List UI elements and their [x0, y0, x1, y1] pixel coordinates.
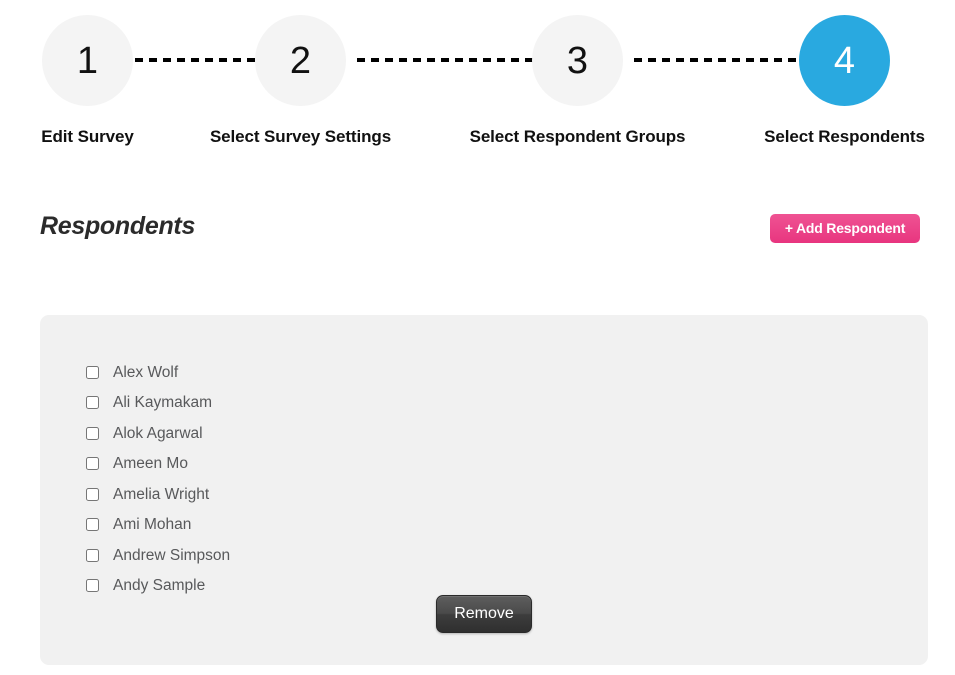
step-3-label: Select Respondent Groups	[469, 127, 686, 146]
add-respondent-button[interactable]: + Add Respondent	[770, 214, 920, 243]
step-4-select-respondents[interactable]: 4 Select Respondents	[764, 15, 925, 146]
respondent-checkbox[interactable]	[86, 548, 99, 562]
respondents-panel: Alex Wolf Ali Kaymakam Alok Agarwal Ameen M…	[40, 315, 928, 665]
respondent-checkbox[interactable]	[86, 426, 99, 440]
step-2-select-survey-settings[interactable]: 2 Select Survey Settings	[210, 15, 391, 146]
step-3-circle: 3	[532, 15, 623, 106]
respondent-name-label: Andrew Simpson	[113, 546, 231, 564]
respondent-checkbox[interactable]	[86, 487, 99, 501]
respondent-list-item[interactable]: Andrew Simpson	[86, 540, 230, 571]
respondent-name-label: Andy Sample	[113, 577, 206, 594]
respondent-checkbox[interactable]	[86, 365, 99, 379]
respondent-list-item[interactable]: Ameen Mo	[86, 449, 230, 480]
step-1-label: Edit Survey	[41, 127, 134, 146]
respondent-name-label: Alex Wolf	[113, 363, 179, 381]
remove-button[interactable]: Remove	[436, 595, 532, 633]
step-connector-2-3	[357, 58, 533, 62]
step-3-select-respondent-groups[interactable]: 3 Select Respondent Groups	[470, 15, 686, 146]
respondent-checkbox[interactable]	[86, 457, 99, 471]
step-2-label: Select Survey Settings	[209, 127, 392, 146]
step-connector-3-4	[634, 58, 799, 62]
respondent-checkbox[interactable]	[86, 396, 99, 410]
respondent-list: Alex Wolf Ali Kaymakam Alok Agarwal Ameen M…	[86, 357, 230, 601]
survey-wizard-stepper: 1 Edit Survey 2 Select Survey Settings 3…	[0, 0, 955, 170]
respondent-name-label: Ali Kaymakam	[113, 394, 213, 411]
respondent-list-item[interactable]: Ami Mohan	[86, 510, 230, 541]
step-connector-1-2	[135, 58, 257, 62]
respondent-name-label: Ami Mohan	[113, 516, 192, 533]
step-4-circle: 4	[799, 15, 890, 106]
respondent-checkbox[interactable]	[86, 579, 99, 593]
respondent-checkbox[interactable]	[86, 518, 99, 532]
step-1-circle: 1	[42, 15, 133, 106]
respondent-name-label: Amelia Wright	[113, 485, 210, 503]
respondent-list-item[interactable]: Ali Kaymakam	[86, 388, 230, 419]
page-title: Respondents	[40, 212, 196, 240]
section-header: Respondents + Add Respondent	[0, 200, 955, 260]
respondent-list-item[interactable]: Amelia Wright	[86, 479, 230, 510]
respondent-name-label: Alok Agarwal	[113, 424, 203, 442]
respondent-name-label: Ameen Mo	[113, 455, 188, 472]
step-1-edit-survey[interactable]: 1 Edit Survey	[41, 15, 134, 146]
respondent-list-item[interactable]: Alex Wolf	[86, 357, 230, 388]
respondent-list-item[interactable]: Andy Sample	[86, 571, 230, 602]
respondent-list-item[interactable]: Alok Agarwal	[86, 418, 230, 449]
step-4-label: Select Respondents	[764, 127, 925, 146]
step-2-circle: 2	[255, 15, 346, 106]
